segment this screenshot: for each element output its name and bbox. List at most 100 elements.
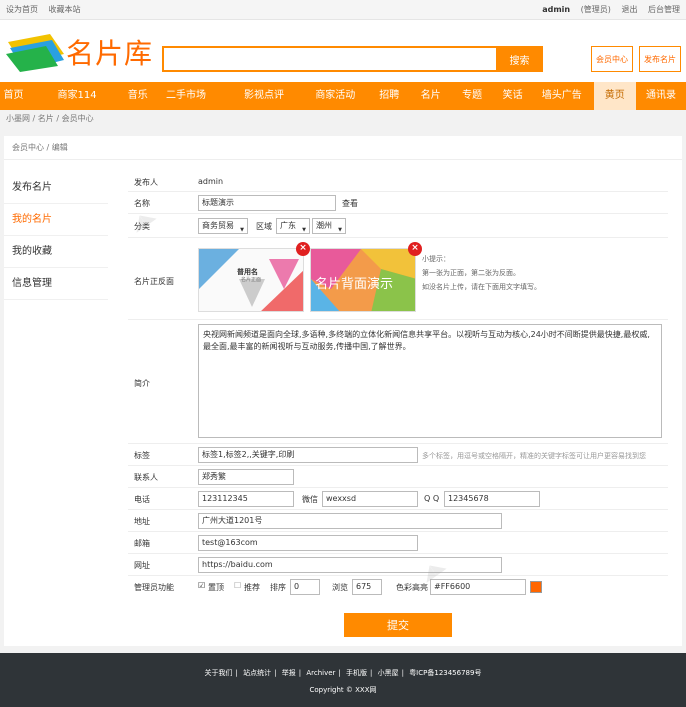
row-category: 分类 商务贸易 区域 广东 潮州	[128, 214, 668, 238]
front-card-image[interactable]: 普用名 名片正面	[198, 248, 304, 312]
nav-item-contacts[interactable]: 通讯录	[636, 82, 686, 110]
views-input[interactable]: 675	[352, 579, 382, 595]
username: admin	[542, 5, 571, 14]
card-images-label: 名片正反面	[134, 277, 174, 286]
search-bar: 搜索	[162, 46, 543, 72]
member-center-button[interactable]: 会员中心	[591, 46, 633, 72]
name-input[interactable]: 标题演示	[198, 195, 336, 211]
header: 名片库 搜索 会员中心 发布名片	[0, 20, 686, 82]
row-admin: 管理员功能 ☑ 置顶 ☐ 推荐 排序 0 浏览 675 色彩高亮 #FF6600	[128, 576, 668, 598]
phone-label: 电话	[134, 495, 150, 504]
contact-label: 联系人	[134, 473, 158, 482]
region-label: 区域	[256, 222, 272, 231]
view-link[interactable]: 查看	[342, 198, 358, 209]
logout-link[interactable]: 退出	[621, 5, 637, 14]
tip-line1: 第一张为正面，第二张为反面。	[422, 269, 520, 277]
row-tags: 标签 标签1,标签2,,关键字,印刷 多个标签，用逗号或空格隔开，精准的关键字标…	[128, 444, 668, 466]
tags-hint: 多个标签，用逗号或空格隔开，精准的关键字标签可让用户更容易找到您	[422, 452, 646, 460]
nav-item-business-events[interactable]: 商家活动	[304, 82, 366, 110]
sidebar-item-favorites[interactable]: 我的收藏	[4, 236, 108, 268]
footer-link-about[interactable]: 关于我们	[205, 669, 233, 677]
wechat-input[interactable]: wexxsd	[322, 491, 418, 507]
province-select-value: 广东	[280, 221, 296, 230]
recommend-label: 推荐	[244, 583, 260, 592]
breadcrumb-cards[interactable]: 名片	[38, 114, 54, 123]
email-input[interactable]: test@163com	[198, 535, 418, 551]
panel-crumb-member[interactable]: 会员中心	[12, 143, 44, 152]
footer-link-blackroom[interactable]: 小黑屋	[378, 669, 399, 677]
breadcrumb-home[interactable]: 小墨网	[6, 114, 30, 123]
logo-text[interactable]: 名片库	[66, 32, 153, 72]
submit-button[interactable]: 提交	[344, 613, 452, 637]
nav-item-home[interactable]: 首页	[0, 82, 27, 110]
nav-item-music[interactable]: 音乐	[127, 82, 148, 110]
admin-panel-link[interactable]: 后台管理	[648, 5, 680, 14]
contact-input[interactable]: 郑秀繁	[198, 469, 294, 485]
email-label: 邮箱	[134, 539, 150, 548]
qq-input[interactable]: 12345678	[444, 491, 540, 507]
wechat-label: 微信	[302, 495, 318, 504]
delete-front-card-icon[interactable]: ×	[296, 242, 310, 256]
footer-link-report[interactable]: 举报	[282, 669, 296, 677]
row-email: 邮箱 test@163com	[128, 532, 668, 554]
nav-item-jokes[interactable]: 笑话	[495, 82, 530, 110]
category-select-value: 商务贸易	[202, 221, 234, 230]
member-sidebar: 发布名片 我的名片 我的收藏 信息管理	[4, 172, 108, 300]
footer-link-mobile[interactable]: 手机版	[346, 669, 367, 677]
footer-link-archiver[interactable]: Archiver	[306, 669, 335, 677]
color-input[interactable]: #FF6600	[430, 579, 526, 595]
breadcrumb: 小墨网 / 名片 / 会员中心	[0, 110, 686, 128]
row-publisher: 发布人 admin	[128, 172, 668, 192]
row-name: 名称 标题演示 查看	[128, 192, 668, 214]
nav-item-cards[interactable]: 名片	[412, 82, 449, 110]
nav-item-wall-ads[interactable]: 墙头广告	[530, 82, 594, 110]
bookmark-link[interactable]: 收藏本站	[49, 5, 81, 14]
set-home-link[interactable]: 设为首页	[6, 5, 38, 14]
nav-item-movie-review[interactable]: 影视点评	[224, 82, 305, 110]
footer: 关于我们 | 站点统计 | 举报 | Archiver | 手机版 | 小黑屋 | 粤ICP…	[0, 653, 686, 707]
province-select[interactable]: 广东	[276, 218, 310, 237]
nav-item-secondhand[interactable]: 二手市场	[148, 82, 223, 110]
phone-input[interactable]: 123112345	[198, 491, 294, 507]
search-input[interactable]	[162, 46, 496, 72]
username-link[interactable]: admin	[542, 5, 570, 14]
sidebar-item-publish[interactable]: 发布名片	[4, 172, 108, 204]
website-input[interactable]: https://baidu.com	[198, 557, 502, 573]
intro-textarea[interactable]: 央视网新闻频道是面向全球,多语种,多终端的立体化新闻信息共享平台。以视听与互动为…	[198, 324, 662, 438]
footer-link-stats[interactable]: 站点统计	[243, 669, 271, 677]
address-label: 地址	[134, 517, 150, 526]
address-input[interactable]: 广州大道1201号	[198, 513, 502, 529]
row-contact: 联系人 郑秀繁	[128, 466, 668, 488]
category-select[interactable]: 商务贸易	[198, 218, 248, 237]
row-address: 地址 广州大道1201号	[128, 510, 668, 532]
publish-card-button[interactable]: 发布名片	[639, 46, 681, 72]
back-card-image[interactable]: 名片背面演示	[310, 248, 416, 312]
breadcrumb-member[interactable]: 会员中心	[62, 114, 94, 123]
tags-label: 标签	[134, 451, 150, 460]
role-link[interactable]: (管理员)	[581, 5, 611, 14]
sidebar-item-info-manage[interactable]: 信息管理	[4, 268, 108, 300]
tip-line2: 如没名片上传，请在下面用文字填写。	[422, 283, 541, 291]
nav-item-yellow-pages[interactable]: 黄页	[593, 82, 636, 110]
nav-item-jobs[interactable]: 招聘	[366, 82, 412, 110]
nav-item-business114[interactable]: 商家114	[27, 82, 127, 110]
nav-item-topics[interactable]: 专题	[449, 82, 495, 110]
sticky-checkbox[interactable]: ☑	[198, 581, 205, 590]
top-bar-right: admin (管理员) 退出 后台管理	[534, 4, 680, 15]
views-label: 浏览	[332, 583, 348, 592]
tags-input[interactable]: 标签1,标签2,,关键字,印刷	[198, 447, 418, 463]
footer-link-icp[interactable]: 粤ICP备123456789号	[409, 669, 481, 677]
color-picker-swatch[interactable]	[530, 581, 542, 593]
row-intro: 简介 央视网新闻频道是面向全球,多语种,多终端的立体化新闻信息共享平台。以视听与…	[128, 320, 668, 444]
city-select-value: 潮州	[316, 221, 332, 230]
sidebar-item-my-cards[interactable]: 我的名片	[4, 204, 108, 236]
search-button[interactable]: 搜索	[496, 46, 543, 72]
top-bar: 设为首页 收藏本站 admin (管理员) 退出 后台管理	[0, 0, 686, 20]
sort-input[interactable]: 0	[290, 579, 320, 595]
city-select[interactable]: 潮州	[312, 218, 346, 237]
delete-back-card-icon[interactable]: ×	[408, 242, 422, 256]
front-card-sub: 名片正面	[241, 277, 262, 283]
recommend-checkbox[interactable]: ☐	[234, 581, 241, 590]
qq-label: Q Q	[424, 494, 440, 503]
sort-label: 排序	[270, 583, 286, 592]
